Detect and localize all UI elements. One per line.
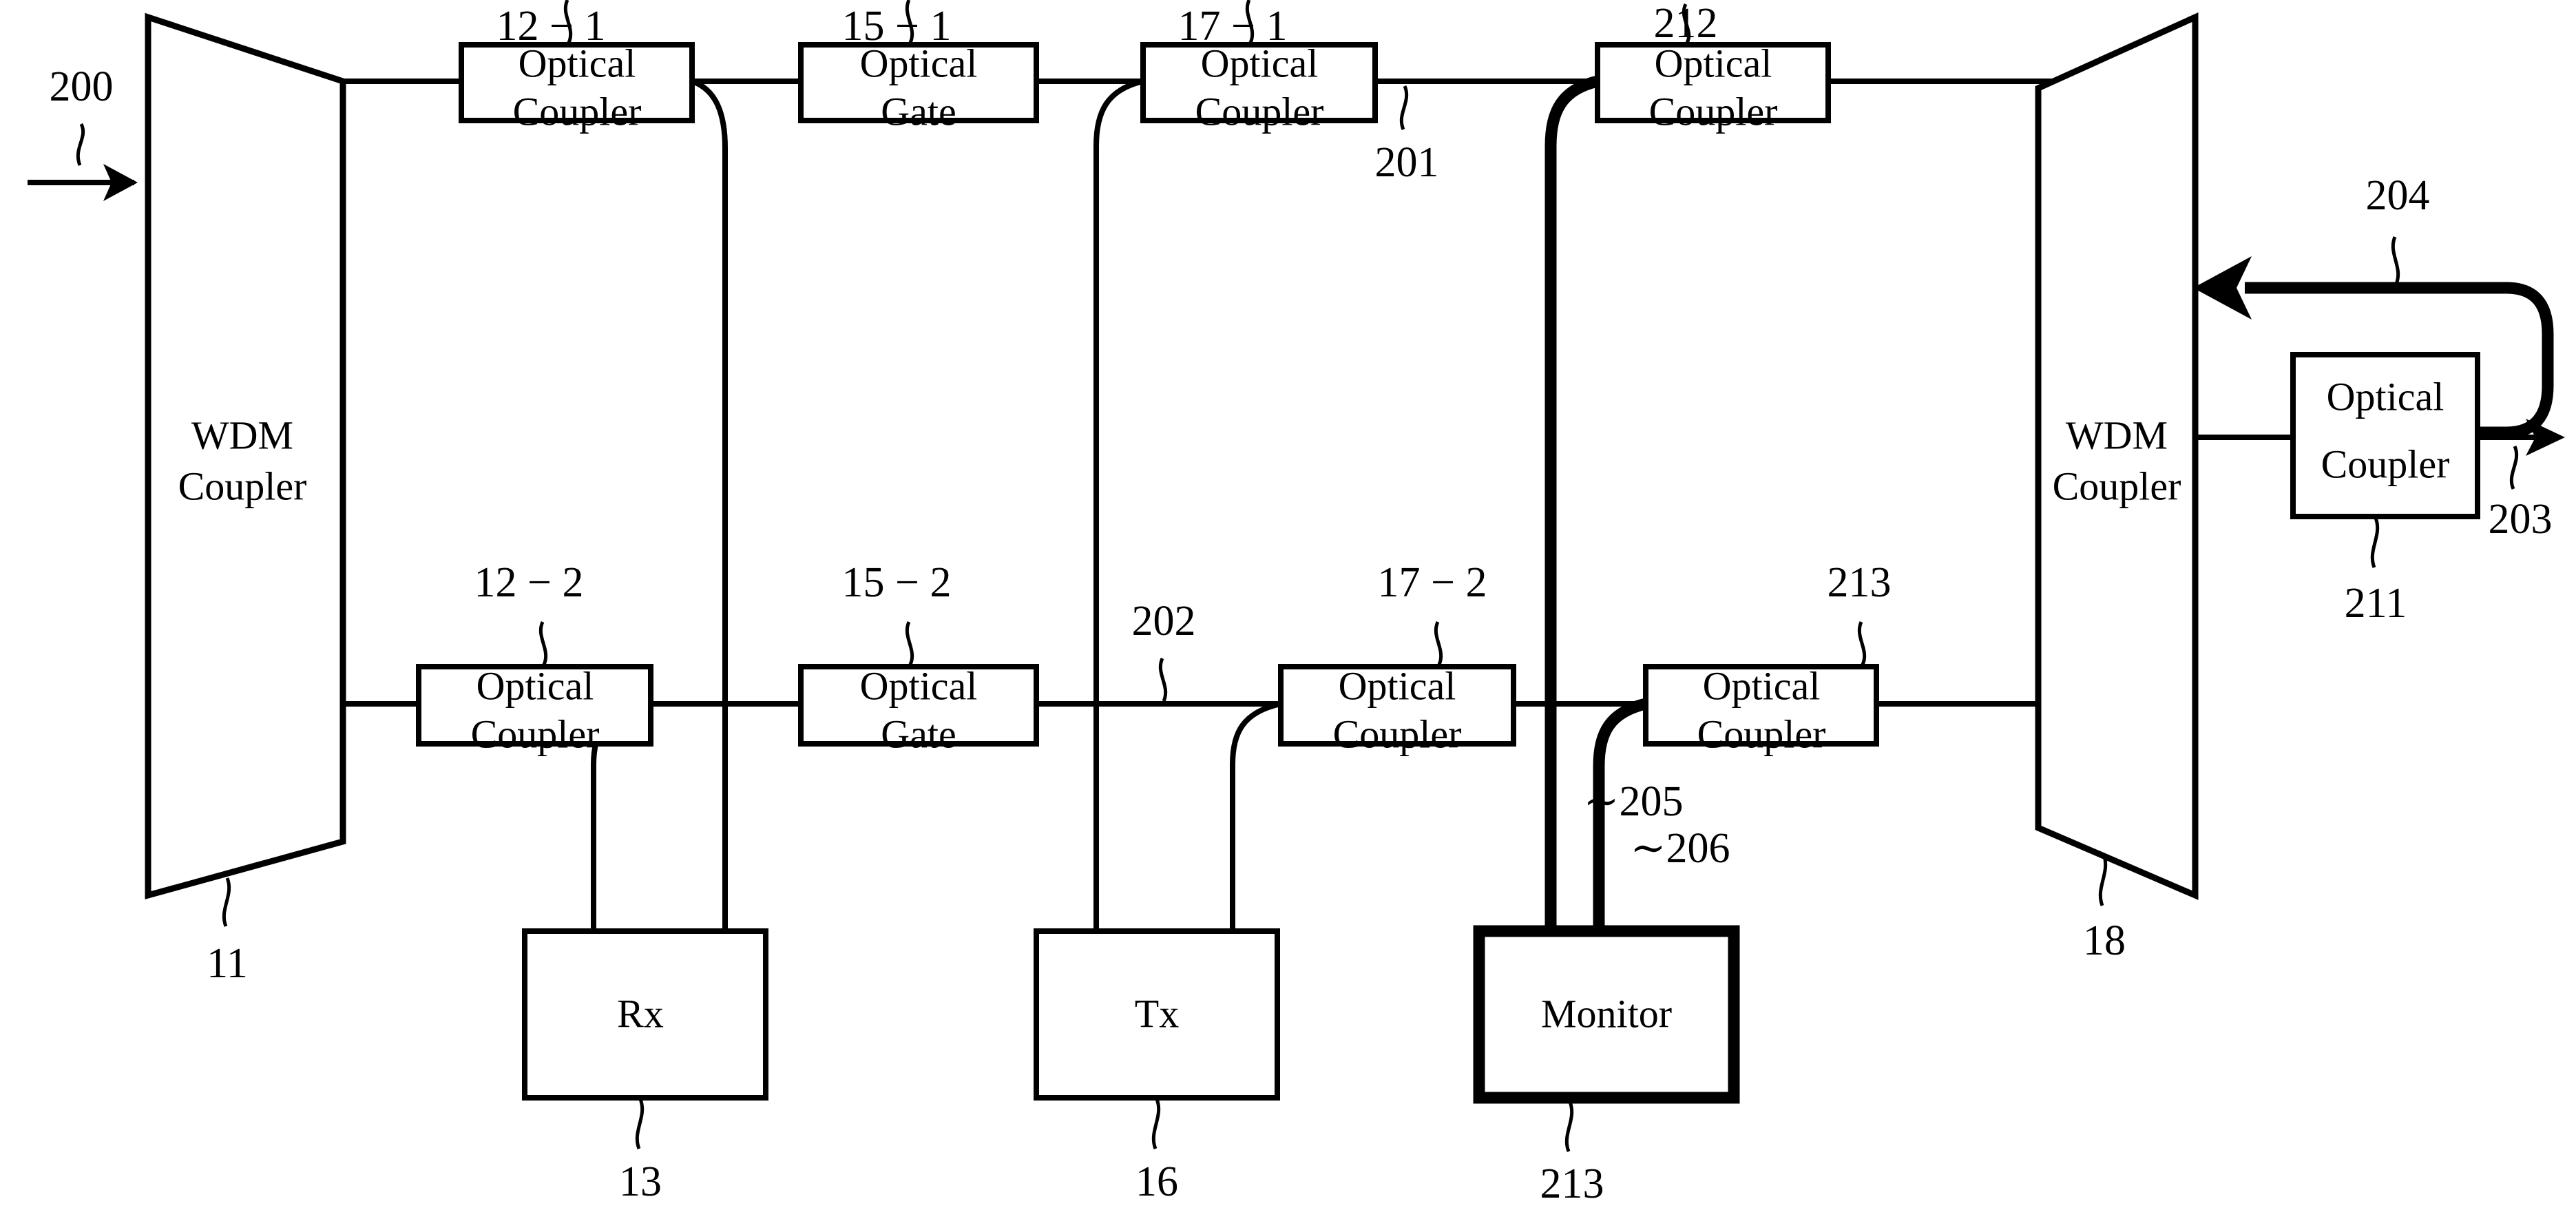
ref-label-12-1: 12 − 1 — [496, 3, 606, 50]
coupler212-label-line1: Optical — [1655, 41, 1772, 85]
wdm18-label-line2: Coupler — [2053, 463, 2181, 508]
block-rx[interactable]: Rx — [522, 928, 768, 1101]
wire-coupler17-1-drop-to-tx — [1093, 79, 1144, 931]
ref-11: 11 — [207, 877, 248, 987]
ref-204: 204 — [2366, 172, 2430, 284]
ref-200: 200 — [50, 63, 114, 166]
ref-label-203: 203 — [2489, 496, 2553, 543]
coupler17-2-label-line2: Coupler — [1333, 711, 1462, 756]
coupler12-2-label-line1: Optical — [477, 663, 594, 708]
coupler212-label-line2: Coupler — [1649, 89, 1778, 134]
ref-label-16: 16 — [1135, 1158, 1178, 1205]
ref-17-1: 17 − 1 — [1178, 0, 1288, 50]
gate15-1-label-line2: Gate — [881, 89, 956, 134]
ref-15-2: 15 − 2 — [842, 559, 952, 666]
block-optical-coupler-12-1[interactable]: Optical Coupler — [459, 41, 695, 134]
figure-canvas: WDM Coupler 11 WDM Coupler 18 Optical Co… — [0, 0, 2576, 1230]
ref-13: 13 — [619, 1098, 662, 1205]
ref-18: 18 — [2083, 853, 2126, 964]
ref-212: 212 — [1654, 0, 1718, 47]
ref-label-15-1: 15 − 1 — [842, 3, 952, 50]
ref-202: 202 — [1132, 598, 1196, 702]
ref-12-2: 12 − 2 — [474, 559, 584, 666]
ref-203: 203 — [2489, 445, 2553, 543]
ref-16: 16 — [1135, 1098, 1178, 1205]
ref-label-212: 212 — [1654, 0, 1718, 47]
ref-211: 211 — [2345, 517, 2407, 627]
coupler213-label-line2: Coupler — [1697, 711, 1826, 756]
ref-label-12-2: 12 − 2 — [474, 559, 584, 606]
ref-15-1: 15 − 1 — [842, 0, 952, 50]
gate15-2-label-line2: Gate — [881, 711, 956, 756]
monitor-label: Monitor — [1541, 991, 1672, 1036]
ref-label-205: ∼205 — [1584, 778, 1684, 825]
coupler213-label-line1: Optical — [1703, 663, 1821, 708]
ref-213-monitor: 213 — [1540, 1101, 1604, 1207]
block-optical-coupler-17-2[interactable]: Optical Coupler — [1278, 663, 1516, 756]
coupler12-2-label-line2: Coupler — [471, 711, 600, 756]
wdm11-label-line2: Coupler — [178, 463, 307, 508]
block-optical-coupler-213[interactable]: Optical Coupler — [1643, 663, 1879, 756]
ref-label-202: 202 — [1132, 598, 1196, 645]
ref-label-17-2: 17 − 2 — [1378, 559, 1487, 606]
ref-label-206: ∼206 — [1631, 825, 1730, 872]
wire-coupler17-2-drop-to-tx — [1230, 701, 1281, 931]
wire-coupler12-1-drop-to-rx — [691, 79, 728, 931]
input-signal-arrow — [28, 164, 138, 201]
block-optical-coupler-211[interactable]: Optical Coupler — [2290, 352, 2480, 519]
wdm11-label-line1: WDM — [191, 413, 293, 457]
ref-12-1: 12 − 1 — [496, 0, 606, 50]
coupler12-1-label-line2: Coupler — [513, 89, 642, 134]
coupler17-1-label-line2: Coupler — [1195, 89, 1324, 134]
ref-label-200: 200 — [50, 63, 114, 110]
coupler211-label-line1: Optical — [2327, 374, 2444, 419]
optical-node-block-diagram: WDM Coupler 11 WDM Coupler 18 Optical Co… — [28, 0, 2565, 1207]
ref-label-213-coupler: 213 — [1828, 559, 1892, 606]
block-optical-coupler-17-1[interactable]: Optical Coupler — [1140, 41, 1378, 134]
ref-label-17-1: 17 − 1 — [1178, 3, 1288, 50]
rx-label: Rx — [617, 991, 664, 1036]
coupler17-2-label-line1: Optical — [1339, 663, 1456, 708]
ref-label-211: 211 — [2345, 580, 2407, 627]
feedback-arrowhead-204 — [2193, 256, 2252, 320]
ref-17-2: 17 − 2 — [1378, 559, 1487, 666]
wdm18-label-line1: WDM — [2066, 413, 2168, 457]
block-optical-gate-15-2[interactable]: Optical Gate — [798, 663, 1039, 756]
block-optical-gate-15-1[interactable]: Optical Gate — [798, 41, 1039, 134]
block-tx[interactable]: Tx — [1034, 928, 1280, 1101]
ref-label-201: 201 — [1375, 139, 1439, 186]
ref-label-213-monitor: 213 — [1540, 1160, 1604, 1207]
ref-label-11: 11 — [207, 940, 248, 987]
coupler211-label-line2: Coupler — [2321, 441, 2450, 486]
ref-label-15-2: 15 − 2 — [842, 559, 952, 606]
ref-201: 201 — [1375, 85, 1439, 186]
ref-213-coupler: 213 — [1828, 559, 1892, 666]
ref-label-13: 13 — [619, 1158, 662, 1205]
gate15-2-label-line1: Optical — [860, 663, 978, 708]
ref-label-18: 18 — [2083, 917, 2126, 964]
block-wdm-coupler-11[interactable]: WDM Coupler — [145, 12, 346, 899]
block-optical-coupler-12-2[interactable]: Optical Coupler — [416, 663, 653, 756]
tx-label: Tx — [1135, 991, 1179, 1036]
block-wdm-coupler-18[interactable]: WDM Coupler — [2035, 12, 2199, 900]
block-optical-coupler-212[interactable]: Optical Coupler — [1595, 41, 1831, 134]
ref-label-204: 204 — [2366, 172, 2430, 219]
block-monitor[interactable]: Monitor — [1473, 925, 1740, 1104]
